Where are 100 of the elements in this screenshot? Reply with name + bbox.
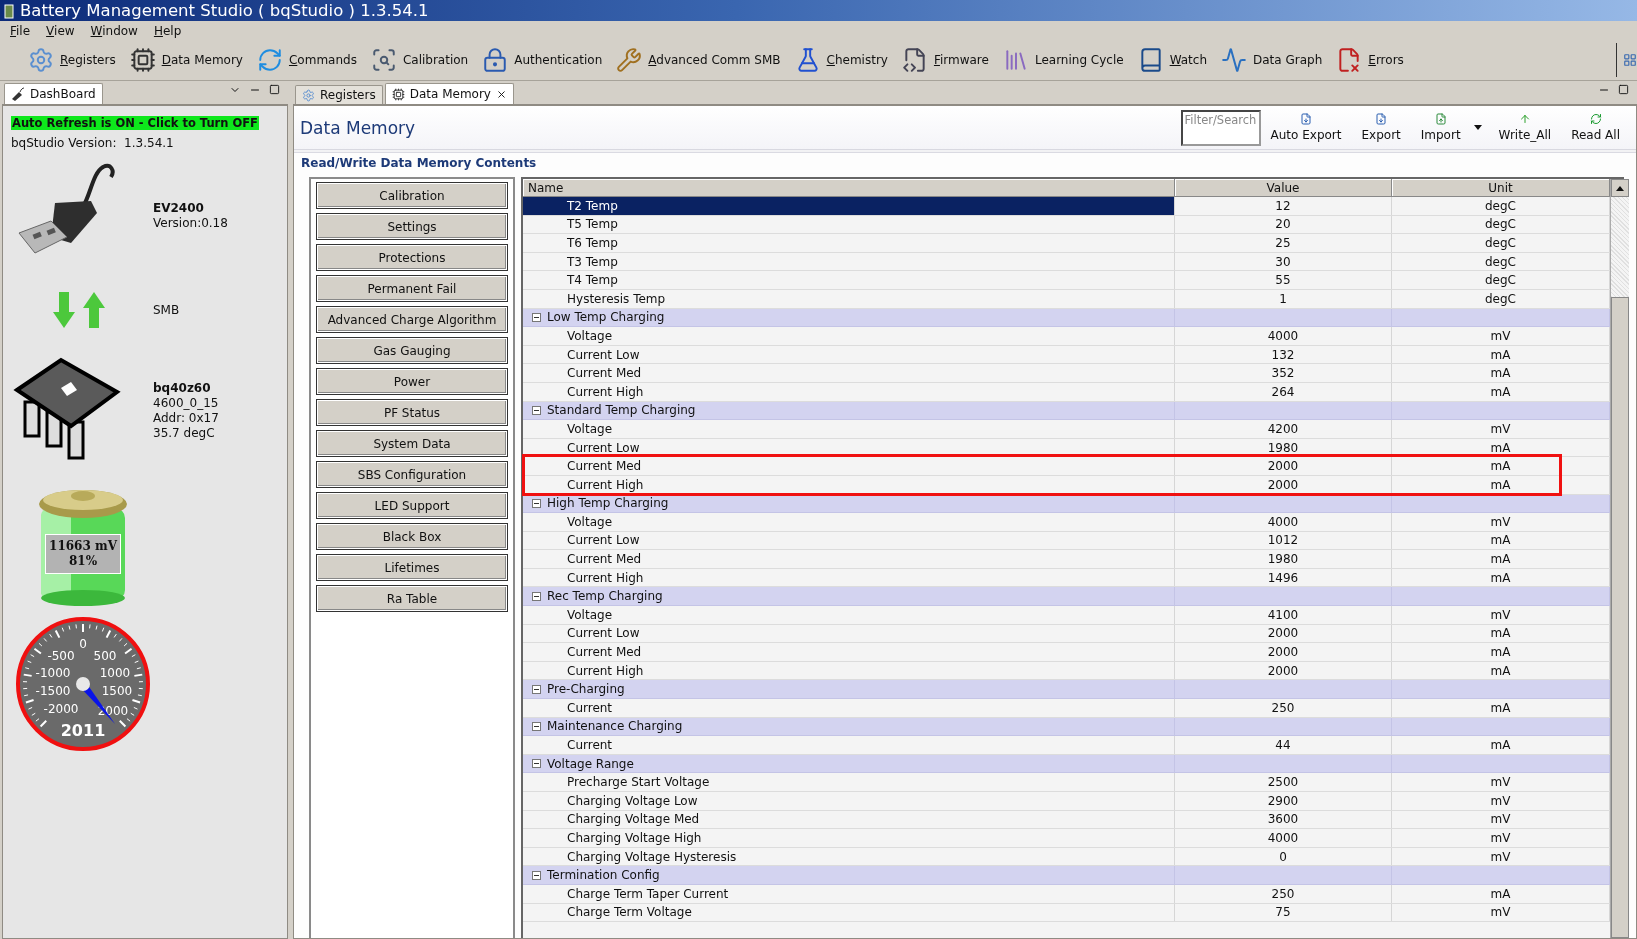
collapse-icon[interactable] [532, 591, 541, 601]
table-cell: Current Med [523, 550, 1175, 568]
table-row[interactable]: Charging Voltage High 4000 mV [523, 829, 1610, 848]
scrollbar[interactable] [1610, 179, 1629, 938]
table-cell: Current Low [523, 531, 1175, 550]
code-file-icon [901, 47, 928, 73]
action-button[interactable]: Read All [1561, 113, 1630, 142]
category-button[interactable]: Protections [317, 245, 507, 270]
table-cell: 4000 [1175, 513, 1392, 531]
toolbar-button[interactable]: Data Graph [1221, 47, 1323, 73]
table-row[interactable]: Voltage 4000 mV [523, 513, 1610, 532]
category-button[interactable]: Gas Gauging [317, 338, 507, 363]
editor-tab[interactable]: Data Memory [384, 83, 514, 104]
category-button[interactable]: System Data [317, 431, 507, 456]
gauge-scale-label: 0 [79, 637, 87, 651]
table-cell: Charging Voltage Med [523, 810, 1175, 829]
perspective-icon[interactable] [1623, 53, 1637, 67]
category-button[interactable]: LED Support [317, 493, 507, 518]
toolbar-button[interactable]: Data Memory [129, 47, 243, 73]
maximize-icon[interactable] [269, 84, 280, 95]
table-row[interactable]: Current 44 mA [523, 736, 1610, 755]
collapse-icon[interactable] [532, 870, 541, 880]
table-row[interactable]: Current 250 mA [523, 699, 1610, 718]
table-cell: 2000 [1175, 661, 1392, 680]
table-row[interactable]: Voltage 4200 mV [523, 420, 1610, 439]
toolbar-button[interactable]: Watch [1137, 47, 1207, 73]
action-button[interactable]: Write_All [1488, 113, 1562, 142]
category-button[interactable]: Power [317, 369, 507, 394]
table-row[interactable]: T2 Temp 12 degC [523, 197, 1610, 216]
toolbar-button[interactable]: Advanced Comm SMB [616, 47, 781, 73]
table-row[interactable]: Current Med 2000 mA [523, 643, 1610, 662]
table-cell: 2000 [1175, 624, 1392, 643]
auto-refresh-toggle[interactable]: Auto Refresh is ON - Click to Turn OFF [11, 116, 259, 130]
wrench-icon [616, 47, 643, 73]
menu-item[interactable]: File [4, 23, 37, 38]
column-header[interactable]: Name [523, 179, 1175, 197]
toolbar-button[interactable]: Calibration [370, 47, 469, 73]
maximize-icon[interactable] [1618, 84, 1629, 95]
toolbar-button[interactable]: Learning Cycle [1002, 47, 1124, 73]
toolbar-button[interactable]: Authentication [482, 47, 603, 73]
table-row[interactable]: Current Med 352 mA [523, 364, 1610, 383]
gear-icon [28, 47, 54, 73]
gauge-scale-label: -2000 [43, 702, 79, 716]
category-button[interactable]: SBS Configuration [317, 462, 507, 487]
table-row[interactable]: Charging Voltage Low 2900 mV [523, 792, 1610, 811]
table-cell: 4000 [1175, 327, 1392, 345]
table-row[interactable]: Current Med 1980 mA [523, 550, 1610, 569]
collapse-icon[interactable] [532, 684, 541, 694]
collapse-icon[interactable] [532, 312, 541, 322]
group-row[interactable]: Rec Temp Charging [523, 587, 1610, 607]
toolbar-button[interactable]: Commands [256, 47, 357, 73]
collapse-icon[interactable] [532, 759, 541, 769]
category-button[interactable]: Advanced Charge Algorithm [317, 307, 507, 332]
column-header[interactable]: Value [1175, 179, 1392, 197]
toolbar-button[interactable]: Firmware [901, 47, 989, 73]
table-row[interactable]: Voltage 4000 mV [523, 327, 1610, 346]
table-cell: Current Low [523, 345, 1175, 364]
group-label: Standard Temp Charging [547, 403, 696, 418]
table-cell: 12 [1175, 197, 1392, 215]
toolbar-button[interactable]: Chemistry [794, 47, 888, 73]
table-cell: T4 Temp [523, 271, 1175, 289]
adapter-name: EV2400 [153, 200, 205, 215]
action-button[interactable]: Export [1351, 113, 1411, 142]
gauge-scale-label: 1000 [99, 666, 131, 680]
table-cell: 4000 [1175, 829, 1392, 847]
filter-field[interactable]: Filter/Search [1180, 109, 1261, 146]
dashboard-tab[interactable]: DashBoard [4, 83, 103, 104]
category-button[interactable]: PF Status [317, 400, 507, 425]
toolbar-button[interactable]: Registers [28, 47, 116, 73]
category-button[interactable]: Permanent Fail [317, 276, 507, 301]
table-row[interactable]: Precharge Start Voltage 2500 mV [523, 773, 1610, 792]
scroll-thumb[interactable] [1611, 297, 1629, 938]
action-button[interactable]: Import [1410, 113, 1489, 142]
table-row[interactable]: Voltage 4100 mV [523, 606, 1610, 625]
menu-item[interactable]: View [40, 23, 81, 38]
scroll-up-button[interactable] [1611, 179, 1629, 197]
table-row[interactable]: T6 Temp 25 degC [523, 234, 1610, 253]
collapse-icon[interactable] [532, 721, 541, 731]
collapse-icon[interactable] [532, 405, 541, 415]
table-cell: Hysteresis Temp [523, 289, 1175, 308]
close-icon[interactable] [495, 88, 507, 100]
menu-item[interactable]: Window [84, 23, 144, 38]
category-button[interactable]: Ra Table [317, 586, 507, 611]
collapse-icon[interactable] [532, 498, 541, 508]
category-button[interactable]: Calibration [317, 183, 507, 208]
table-cell: Charging Voltage Hysteresis [523, 847, 1175, 866]
scroll-up-icon[interactable] [1616, 185, 1624, 191]
table-cell: 1496 [1175, 568, 1392, 587]
column-header[interactable]: Unit [1392, 179, 1610, 197]
category-button[interactable]: Settings [317, 214, 507, 239]
group-row[interactable]: Pre-Charging [523, 680, 1610, 700]
action-button[interactable]: Auto Export [1260, 113, 1352, 142]
editor-tab[interactable]: Registers [295, 85, 383, 104]
table-row[interactable]: Current Med 2000 mA [523, 457, 1610, 476]
toolbar-button[interactable]: Errors [1336, 47, 1404, 73]
table-row[interactable]: T4 Temp 55 degC [523, 271, 1610, 290]
menu-item[interactable]: Help [147, 23, 188, 38]
group-row[interactable]: Termination Config [523, 866, 1610, 885]
category-button[interactable]: Lifetimes [317, 555, 507, 580]
category-button[interactable]: Black Box [317, 524, 507, 549]
